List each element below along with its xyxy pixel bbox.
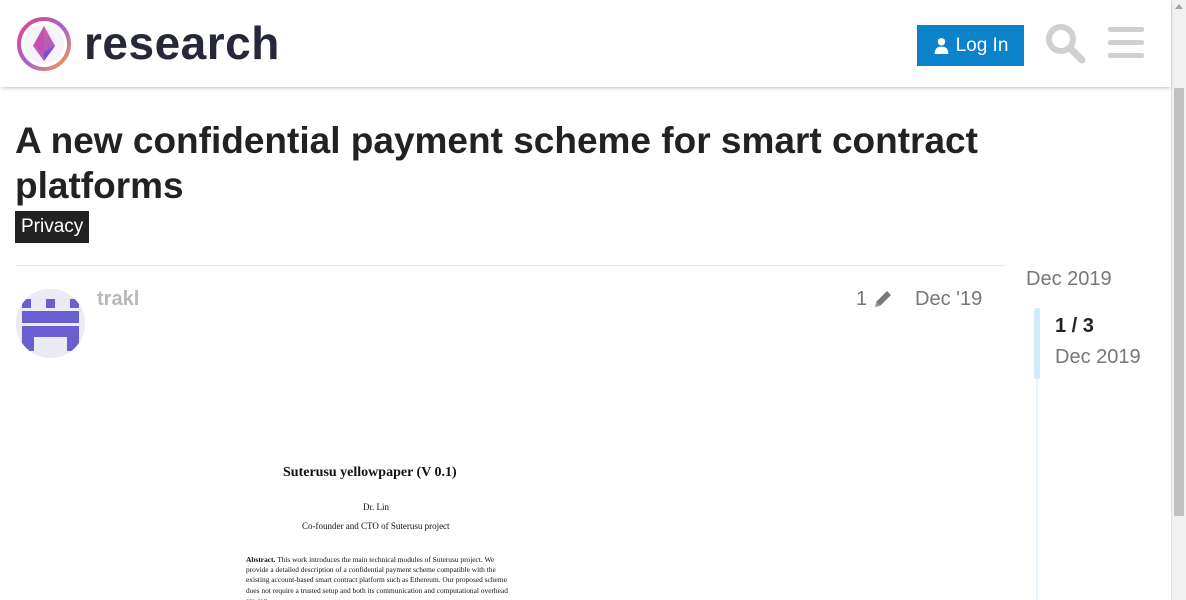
paper-abstract-label: Abstract.: [246, 555, 276, 564]
post-divider: [15, 265, 1005, 266]
paper-abstract: Abstract. This work introduces the main …: [246, 555, 512, 600]
timeline-start-date[interactable]: Dec 2019: [1026, 267, 1112, 291]
paper-author: Dr. Lin: [363, 502, 389, 512]
avatar[interactable]: [16, 289, 85, 358]
site-header: research Log In: [0, 0, 1171, 87]
post-date[interactable]: Dec '19: [915, 287, 982, 311]
site-logo-icon[interactable]: [16, 16, 72, 72]
edit-count-value: 1: [856, 288, 868, 310]
site-brand-name[interactable]: research: [84, 16, 280, 70]
paper-affiliation: Co-founder and CTO of Suterusu project: [302, 521, 450, 531]
paper-title: Suterusu yellowpaper (V 0.1): [283, 465, 457, 480]
search-icon[interactable]: [1044, 22, 1086, 64]
login-button[interactable]: Log In: [917, 25, 1024, 66]
timeline-handle[interactable]: [1034, 308, 1040, 379]
paper-image[interactable]: Suterusu yellowpaper (V 0.1) Dr. Lin Co-…: [240, 450, 520, 600]
pencil-icon: [875, 291, 892, 307]
post-username[interactable]: trakl: [97, 287, 139, 311]
page-scrollbar[interactable]: [1171, 0, 1186, 600]
timeline-current-date: Dec 2019: [1055, 346, 1141, 368]
user-icon: [934, 38, 948, 54]
category-badge[interactable]: Privacy: [15, 211, 90, 243]
login-label: Log In: [955, 34, 1009, 56]
edit-history-button[interactable]: 1: [856, 287, 894, 311]
scrollbar-thumb[interactable]: [1174, 88, 1184, 516]
timeline-position: 1 / 3: [1055, 315, 1094, 337]
hamburger-menu-icon[interactable]: [1107, 26, 1145, 60]
topic-title[interactable]: A new confidential payment scheme for sm…: [15, 118, 1025, 208]
paper-abstract-text: This work introduces the main technical …: [246, 555, 508, 600]
scroll-up-arrow-icon[interactable]: [1175, 4, 1183, 9]
